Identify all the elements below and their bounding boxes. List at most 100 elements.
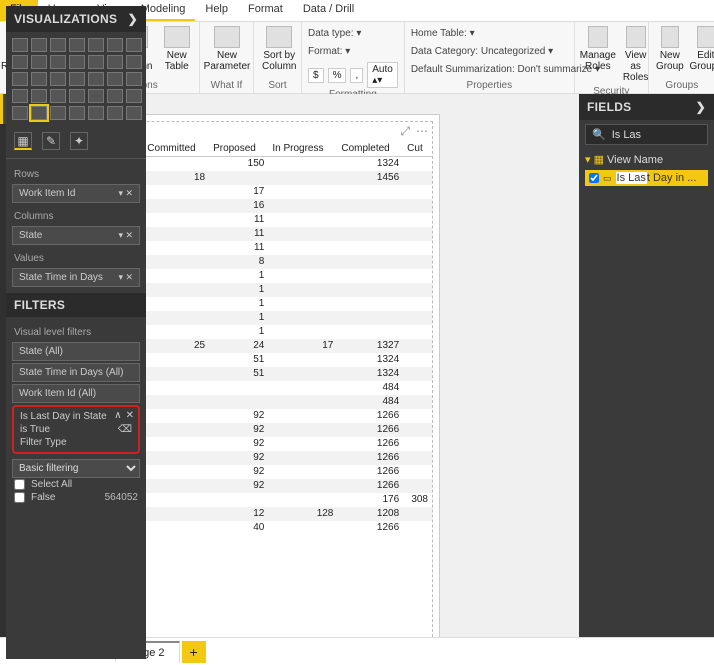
viz-type-icon[interactable] (12, 38, 28, 52)
viz-type-icon[interactable] (126, 89, 142, 103)
hometable-label: Home Table: (411, 28, 467, 39)
viz-type-icon[interactable] (126, 55, 142, 69)
fields-tab-icon[interactable]: ▦ (14, 132, 32, 150)
visualizations-panel: VISUALIZATIONS ❯ ▦ ✎ ✦ Rows Work Item Id▾… (6, 6, 146, 659)
tab-help[interactable]: Help (195, 0, 238, 21)
viz-type-icon[interactable] (88, 55, 104, 69)
viz-type-icon[interactable] (31, 38, 47, 52)
columns-label: Columns (12, 205, 140, 224)
viz-type-icon[interactable] (107, 72, 123, 86)
group-whatif: What If (206, 79, 247, 91)
manage-roles-button[interactable]: Manage Roles (581, 24, 615, 74)
tab-format[interactable]: Format (238, 0, 293, 21)
search-input[interactable] (612, 129, 714, 141)
viz-type-icon[interactable] (31, 89, 47, 103)
field-icon: ▭ (603, 173, 612, 184)
focus-mode-icon[interactable]: ⤢ (400, 124, 410, 139)
filter-statedays[interactable]: State Time in Days (All) (12, 363, 140, 382)
sort-by-column-button[interactable]: Sort by Column (260, 24, 298, 74)
false-count: 564052 (105, 492, 138, 503)
values-well[interactable]: State Time in Days▾ ✕ (12, 268, 140, 287)
viz-type-icon[interactable] (69, 106, 85, 120)
fields-title: FIELDS (587, 100, 631, 114)
decimals-button[interactable]: Auto ▴▾ (367, 62, 398, 88)
columns-well[interactable]: State▾ ✕ (12, 226, 140, 245)
remove-filter-icon[interactable]: ✕ (126, 409, 134, 422)
values-label: Values (12, 247, 140, 266)
analytics-tab-icon[interactable]: ✦ (70, 132, 88, 150)
viz-type-icon[interactable] (69, 38, 85, 52)
viz-type-icon[interactable] (12, 72, 28, 86)
fields-panel: FIELDS ❯ 🔍 ▾ ▦ View Name ▭ Is Last Day in… (579, 94, 714, 637)
field-islastday[interactable]: ▭ Is Last Day in ... (585, 170, 708, 186)
format-tab-icon[interactable]: ✎ (42, 132, 60, 150)
col-header[interactable]: Cut (403, 141, 432, 157)
viz-type-icon[interactable] (50, 89, 66, 103)
viz-type-icon[interactable] (69, 55, 85, 69)
datacategory-label[interactable]: Data Category: Uncategorized (411, 46, 546, 57)
new-group-button[interactable]: New Group (655, 24, 685, 74)
select-all-label: Select All (31, 479, 72, 490)
viz-type-icon[interactable] (69, 72, 85, 86)
visualizations-title: VISUALIZATIONS (14, 12, 117, 26)
select-all-checkbox[interactable] (14, 479, 25, 490)
tab-datadrill[interactable]: Data / Drill (293, 0, 364, 21)
rows-label: Rows (12, 163, 140, 182)
viz-type-icon[interactable] (88, 72, 104, 86)
viz-type-icon[interactable] (12, 55, 28, 69)
viz-type-icon[interactable] (50, 72, 66, 86)
viz-type-icon[interactable] (88, 38, 104, 52)
field-checkbox[interactable] (589, 173, 599, 183)
clear-filter-icon[interactable]: ⌫ (118, 423, 132, 436)
col-header[interactable]: Committed (143, 141, 209, 157)
percent-button[interactable]: % (328, 68, 347, 83)
col-header[interactable]: Completed (337, 141, 403, 157)
defsum-label[interactable]: Default Summarization: Don't summarize (411, 64, 592, 75)
collapse-fields-icon[interactable]: ❯ (696, 100, 706, 114)
collapse-filter-icon[interactable]: ∧ (114, 409, 121, 422)
viz-type-icon[interactable] (50, 106, 66, 120)
viz-type-icon[interactable] (69, 89, 85, 103)
viz-type-icon[interactable] (107, 55, 123, 69)
filter-workitem[interactable]: Work Item Id (All) (12, 384, 140, 403)
viz-type-icon[interactable] (31, 106, 47, 120)
more-options-icon[interactable]: ⋯ (416, 124, 428, 139)
viz-type-icon[interactable] (107, 106, 123, 120)
viz-type-icon[interactable] (107, 38, 123, 52)
filter-islastday[interactable]: ∧✕ Is Last Day in State is True⌫ Filter … (12, 405, 140, 454)
filter-type-select[interactable]: Basic filtering (12, 459, 140, 478)
viz-type-icon[interactable] (126, 72, 142, 86)
viz-type-icon[interactable] (12, 106, 28, 120)
collapse-viz-icon[interactable]: ❯ (128, 12, 138, 26)
group-groups: Groups (655, 79, 709, 91)
fields-search[interactable]: 🔍 (585, 124, 708, 145)
edit-groups-button[interactable]: Edit Groups (691, 24, 714, 74)
viz-type-icon[interactable] (126, 38, 142, 52)
format-label: Format: (308, 46, 342, 57)
viz-type-icon[interactable] (88, 89, 104, 103)
viz-type-icon[interactable] (31, 55, 47, 69)
viz-type-icon[interactable] (107, 89, 123, 103)
filters-title: FILTERS (6, 293, 146, 317)
viz-type-icon[interactable] (31, 72, 47, 86)
viz-gallery (6, 32, 146, 126)
col-header[interactable]: In Progress (268, 141, 337, 157)
new-parameter-button[interactable]: New Parameter (206, 24, 248, 74)
group-properties: Properties (411, 79, 568, 91)
comma-button[interactable]: , (350, 68, 363, 83)
rows-well[interactable]: Work Item Id▾ ✕ (12, 184, 140, 203)
viz-type-icon[interactable] (126, 106, 142, 120)
currency-button[interactable]: $ (308, 68, 324, 83)
new-table-button[interactable]: New Table (160, 24, 193, 74)
add-page-button[interactable]: + (182, 641, 206, 663)
viz-type-icon[interactable] (50, 55, 66, 69)
col-header[interactable]: Proposed (209, 141, 268, 157)
view-as-roles-button[interactable]: View as Roles (621, 24, 651, 85)
table-node[interactable]: ▾ ▦ View Name (585, 151, 708, 168)
viz-type-icon[interactable] (88, 106, 104, 120)
viz-type-icon[interactable] (12, 89, 28, 103)
filter-state[interactable]: State (All) (12, 342, 140, 361)
viz-type-icon[interactable] (50, 38, 66, 52)
false-checkbox[interactable] (14, 492, 25, 503)
search-icon: 🔍 (592, 128, 606, 141)
